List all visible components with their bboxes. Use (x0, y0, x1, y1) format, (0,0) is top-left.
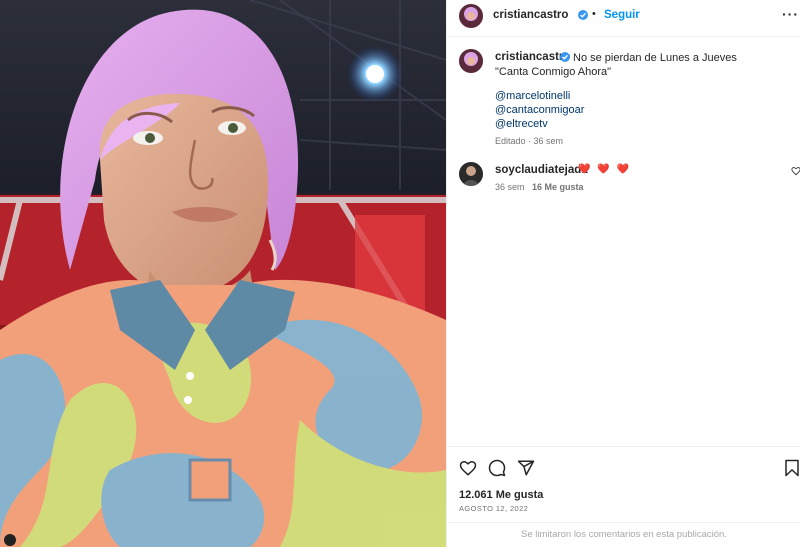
commenter-username[interactable]: soyclaudiatejada (495, 164, 588, 176)
comment-time: 36 sem (495, 182, 525, 192)
mention-link[interactable]: @eltrecetv (495, 118, 548, 130)
post-photo[interactable] (0, 0, 446, 547)
like-count[interactable]: 12.061 Me gusta (459, 489, 543, 501)
more-options-icon[interactable]: ··· (782, 6, 799, 22)
comment-bubble-icon[interactable] (488, 459, 506, 477)
separator-dot: • (592, 8, 596, 20)
post-header: cristiancastro • Seguir ··· (447, 0, 800, 37)
selfie-image (0, 0, 446, 547)
caption-text: No se pierdan de Lunes a Jueves "Canta C… (495, 52, 737, 78)
bookmark-icon[interactable] (784, 459, 800, 477)
post-detail-panel: cristiancastro • Seguir ··· cristiancast… (446, 0, 800, 547)
verified-badge-icon (578, 10, 588, 20)
author-avatar[interactable] (459, 4, 483, 28)
comment-like-heart-icon[interactable] (791, 166, 800, 176)
follow-button[interactable]: Seguir (604, 9, 640, 21)
heart-outline-icon[interactable] (459, 459, 477, 477)
post-date[interactable]: AGOSTO 12, 2022 (459, 504, 528, 513)
mention-link[interactable]: @marcelotinelli (495, 90, 570, 102)
caption-author-avatar[interactable] (459, 49, 483, 73)
user-tag-icon (4, 534, 16, 546)
commenter-avatar[interactable] (459, 162, 483, 186)
comments-limited-notice: Se limitaron los comentarios en esta pub… (447, 522, 800, 547)
mention-link[interactable]: @cantaconmigoar (495, 104, 584, 116)
comment-likes[interactable]: 16 Me gusta (532, 182, 584, 192)
comment-text: ❤️ ❤️ ❤️ (578, 164, 631, 175)
edited-timestamp: Editado · 36 sem (495, 136, 564, 146)
paper-plane-icon[interactable] (517, 459, 535, 477)
author-username[interactable]: cristiancastro (493, 9, 568, 21)
